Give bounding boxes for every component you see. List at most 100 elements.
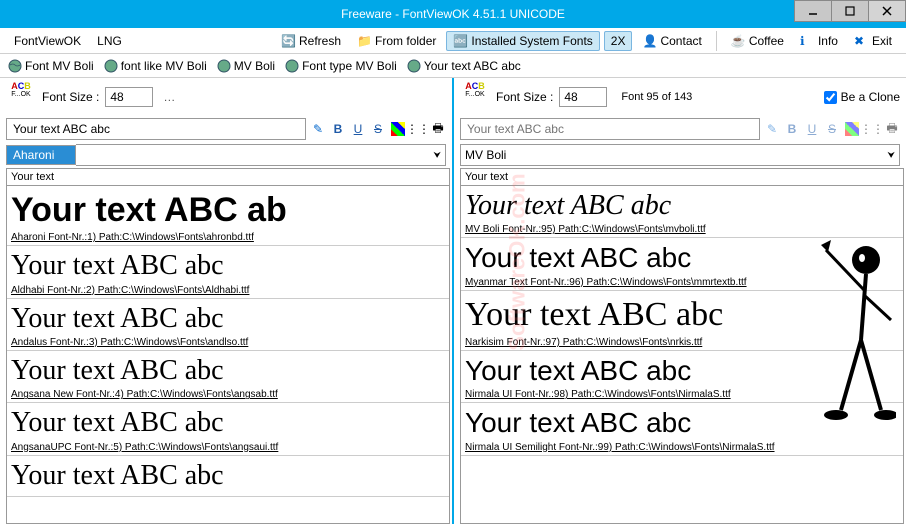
menu-lng[interactable]: LNG [91,32,128,50]
font-sample-text: Your text ABC abc [11,405,445,441]
contact-icon: 👤 [642,34,656,48]
info-button[interactable]: ℹInfo [794,32,844,50]
globe-icon [285,59,299,73]
sample-text-input[interactable] [6,118,306,140]
font-list-item[interactable]: Your text ABC abcNarkisim Font-Nr.:97) P… [461,291,903,351]
window-title: Freeware - FontViewOK 4.51.1 UNICODE [341,7,565,21]
close-button[interactable] [868,0,906,22]
chevron-down-icon: ⮟ [887,150,895,161]
font-info-text: Nirmala UI Semilight Font-Nr.:99) Path:C… [465,442,899,453]
font-size-input[interactable] [559,87,607,107]
coffee-icon: ☕ [731,34,745,48]
search-suggestion[interactable]: Your text ABC abc [403,58,525,74]
coffee-button[interactable]: ☕Coffee [725,32,790,50]
font-info-text: Myanmar Text Font-Nr.:96) Path:C:\Window… [465,277,899,288]
font-list-item[interactable]: Your text ABC abcNirmala UI Semilight Fo… [461,403,903,455]
right-font-list[interactable]: Your text Your text ABC abcMV Boli Font-… [460,168,904,524]
exit-button[interactable]: ✖Exit [848,32,898,50]
font-sample-text: Your text ABC abc [465,293,899,337]
color-button[interactable] [844,121,860,137]
clone-checkbox[interactable] [824,91,837,104]
split-panes: ACBF...OK Font Size : … ✎ B U S ⋮⋮ 🖶 Aha… [0,78,906,524]
minimize-button[interactable] [794,0,832,22]
font-sample-text: Your text ABC abc [11,248,445,284]
font-select[interactable]: Aharoni ⮟ [6,144,446,166]
fonts-icon: 🔤 [453,34,467,48]
font-list-item[interactable]: Your text ABC abc [7,456,449,497]
window-controls [795,0,906,22]
sample-text-row: ✎ B U S ⋮⋮ 🖶 [454,116,906,142]
font-select[interactable]: MV Boli ⮟ [460,144,900,166]
clone-checkbox-label[interactable]: Be a Clone [824,90,900,104]
bold-button[interactable]: B [330,121,346,137]
left-font-list[interactable]: Your text Your text ABC abAharoni Font-N… [6,168,450,524]
search-suggestion[interactable]: MV Boli [213,58,279,74]
search-suggestion[interactable]: font like MV Boli [100,58,211,74]
sample-text-input[interactable] [460,118,760,140]
font-size-input[interactable] [105,87,153,107]
font-sample-text: Your text ABC abc [11,353,445,389]
list-column-header: Your text [461,169,903,186]
menu-app[interactable]: FontViewOK [8,32,87,50]
app-logo-icon: ACBF...OK [460,82,490,112]
more-options-button[interactable]: … [159,90,179,104]
edit-icon[interactable]: ✎ [764,121,780,137]
right-pane: ACBF...OK Font Size : Font 95 of 143 Be … [454,78,906,524]
installed-fonts-button[interactable]: 🔤Installed System Fonts [446,31,599,51]
options-icon[interactable]: ⋮⋮ [864,121,880,137]
app-logo-icon: ACBF...OK [6,82,36,112]
font-sample-text: Your text ABC abc [11,458,445,494]
bold-button[interactable]: B [784,121,800,137]
font-sample-text: Your text ABC abc [465,353,899,389]
maximize-button[interactable] [831,0,869,22]
folder-icon: 📁 [357,34,371,48]
font-list-item[interactable]: Your text ABC abAharoni Font-Nr.:1) Path… [7,186,449,246]
color-grid-icon [391,122,405,136]
underline-button[interactable]: U [350,121,366,137]
globe-icon [8,59,22,73]
font-list-item[interactable]: Your text ABC abcAngsana New Font-Nr.:4)… [7,351,449,403]
strike-button[interactable]: S [824,121,840,137]
print-icon[interactable]: 🖶 [884,121,900,137]
font-list-item[interactable]: Your text ABC abcAndalus Font-Nr.:3) Pat… [7,299,449,351]
left-pane-header: ACBF...OK Font Size : … [0,78,452,116]
search-suggestion[interactable]: Font MV Boli [4,58,98,74]
globe-icon [407,59,421,73]
options-icon[interactable]: ⋮⋮ [410,121,426,137]
font-sample-text: Your text ABC abc [11,301,445,337]
print-icon[interactable]: 🖶 [430,121,446,137]
titlebar: Freeware - FontViewOK 4.51.1 UNICODE [0,0,906,28]
two-x-button[interactable]: 2X [604,31,633,51]
font-sample-text: Your text ABC abc [465,405,899,441]
selected-font-name: MV Boli [465,148,506,162]
refresh-icon: 🔄 [281,34,295,48]
font-info-text: Andalus Font-Nr.:3) Path:C:\Windows\Font… [11,337,445,348]
search-suggestion[interactable]: Font type MV Boli [281,58,401,74]
font-list-item[interactable]: Your text ABC abcAldhabi Font-Nr.:2) Pat… [7,246,449,298]
font-sample-text: Your text ABC ab [11,188,445,232]
font-size-label: Font Size : [42,90,99,104]
info-icon: ℹ [800,34,814,48]
edit-icon[interactable]: ✎ [310,121,326,137]
font-size-label: Font Size : [496,90,553,104]
font-info-text: Nirmala UI Font-Nr.:98) Path:C:\Windows\… [465,389,899,400]
font-counter: Font 95 of 143 [621,91,692,103]
chevron-down-icon: ⮟ [433,150,441,161]
font-list-item[interactable]: Your text ABC abcMyanmar Text Font-Nr.:9… [461,238,903,290]
selected-font-name: Aharoni [6,145,76,165]
underline-button[interactable]: U [804,121,820,137]
from-folder-button[interactable]: 📁From folder [351,32,442,50]
font-list-item[interactable]: Your text ABC abcAngsanaUPC Font-Nr.:5) … [7,403,449,455]
contact-button[interactable]: 👤Contact [636,32,707,50]
color-button[interactable] [390,121,406,137]
color-grid-icon [845,122,859,136]
font-list-item[interactable]: Your text ABC abcNirmala UI Font-Nr.:98)… [461,351,903,403]
left-pane: ACBF...OK Font Size : … ✎ B U S ⋮⋮ 🖶 Aha… [0,78,454,524]
menubar: FontViewOK LNG 🔄Refresh 📁From folder 🔤In… [0,28,906,54]
search-suggestions-bar: Font MV Boli font like MV Boli MV Boli F… [0,54,906,78]
font-info-text: Narkisim Font-Nr.:97) Path:C:\Windows\Fo… [465,337,899,348]
font-list-item[interactable]: Your text ABC abcMV Boli Font-Nr.:95) Pa… [461,186,903,238]
refresh-button[interactable]: 🔄Refresh [275,32,347,50]
strike-button[interactable]: S [370,121,386,137]
font-info-text: Aldhabi Font-Nr.:2) Path:C:\Windows\Font… [11,285,445,296]
